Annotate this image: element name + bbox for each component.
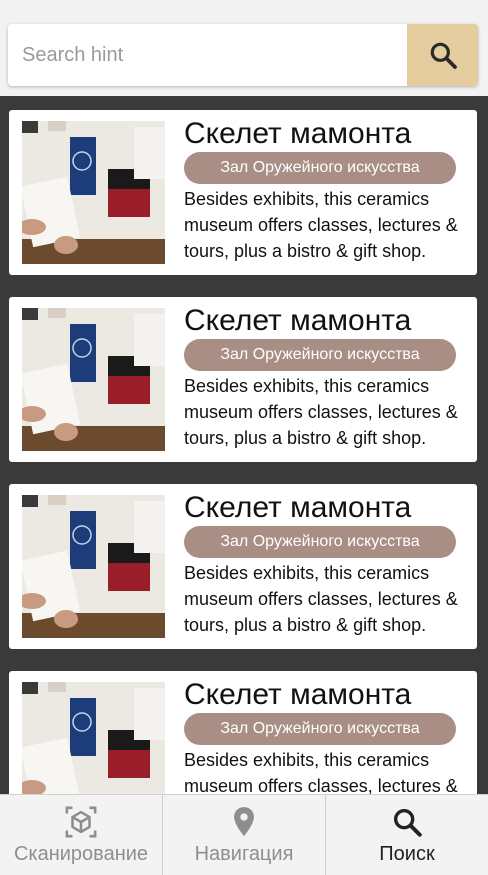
nav-label-search: Поиск	[379, 843, 435, 865]
exhibit-card[interactable]: Скелет мамонта Зал Оружейного искусства …	[9, 484, 477, 649]
exhibit-thumbnail	[22, 308, 165, 451]
nav-item-search[interactable]: Поиск	[325, 795, 488, 875]
exhibit-title: Скелет мамонта	[184, 678, 412, 711]
exhibit-title: Скелет мамонта	[184, 491, 412, 524]
hall-badge: Зал Оружейного искусства	[184, 339, 456, 371]
exhibit-title: Скелет мамонта	[184, 117, 412, 150]
exhibit-description: Besides exhibits, this ceramics museum o…	[184, 376, 458, 448]
exhibit-thumbnail	[22, 682, 165, 794]
exhibit-card[interactable]: Скелет мамонта Зал Оружейного искусства …	[9, 671, 477, 794]
exhibit-title: Скелет мамонта	[184, 304, 412, 337]
search-input[interactable]	[8, 24, 406, 86]
hall-badge: Зал Оружейного искусства	[184, 713, 456, 745]
search-icon	[393, 808, 422, 837]
nav-item-scan[interactable]: Сканирование	[0, 795, 162, 875]
nav-label-scan: Сканирование	[13, 843, 149, 865]
search-bar	[8, 24, 478, 86]
nav-label-navigation: Навигация	[194, 843, 294, 865]
search-icon	[430, 42, 457, 69]
nav-item-navigation[interactable]: Навигация	[162, 795, 325, 875]
hall-badge: Зал Оружейного искусства	[184, 526, 456, 558]
exhibit-description: Besides exhibits, this ceramics museum o…	[184, 563, 458, 635]
exhibit-thumbnail	[22, 495, 165, 638]
ar-cube-icon	[65, 806, 97, 838]
exhibit-card[interactable]: Скелет мамонта Зал Оружейного искусства …	[9, 297, 477, 462]
location-pin-icon	[234, 807, 254, 837]
hall-badge: Зал Оружейного искусства	[184, 152, 456, 184]
exhibit-list[interactable]: Скелет мамонта Зал Оружейного искусства …	[0, 96, 488, 794]
exhibit-card[interactable]: Скелет мамонта Зал Оружейного искусства …	[9, 110, 477, 275]
top-bar	[0, 0, 488, 96]
exhibit-thumbnail	[22, 121, 165, 264]
exhibit-description: Besides exhibits, this ceramics museum o…	[184, 189, 458, 261]
exhibit-description: Besides exhibits, this ceramics museum o…	[184, 750, 458, 794]
bottom-navigation: Сканирование Навигация Поиск	[0, 794, 488, 875]
search-button[interactable]	[407, 24, 478, 86]
